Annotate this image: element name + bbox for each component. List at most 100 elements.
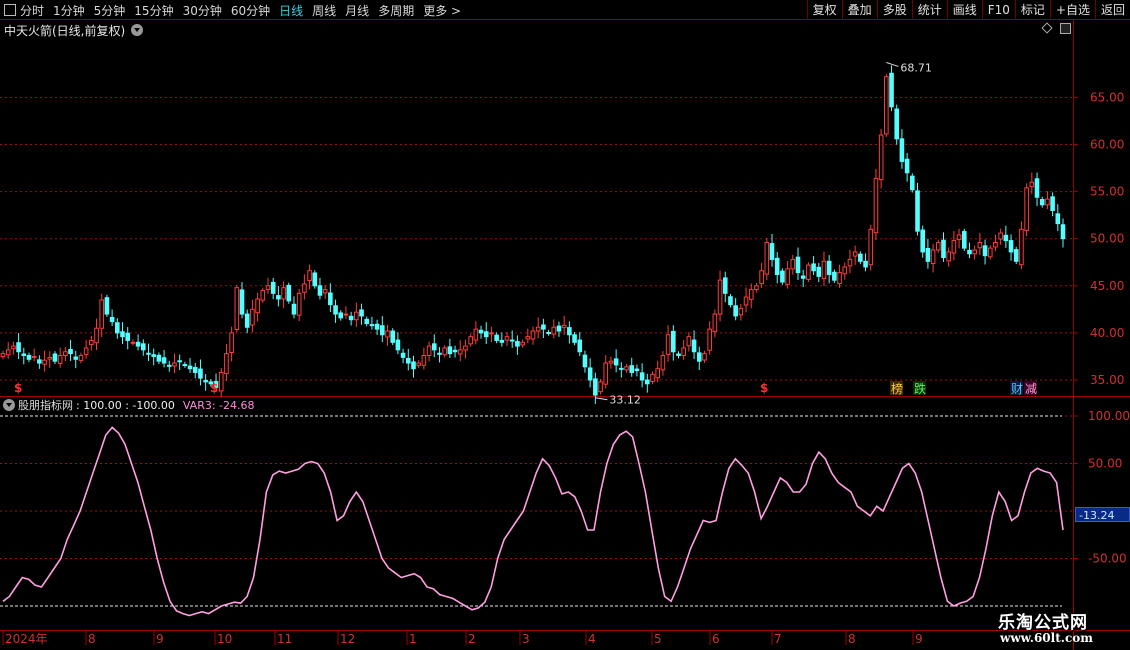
candle-body [624, 366, 629, 371]
candle-body [1008, 240, 1014, 253]
candle-body [842, 266, 848, 275]
candle-body [515, 341, 520, 347]
candle-body [218, 371, 224, 392]
candle-body [250, 308, 255, 326]
high-price-label: 68.71 [900, 61, 932, 74]
candle-body [463, 345, 468, 351]
candle-body [452, 349, 458, 353]
candle-body [94, 327, 99, 344]
candle-body [681, 347, 686, 357]
event-tag-label: 跌 [914, 381, 926, 396]
candle-body [520, 341, 525, 346]
candle-body [509, 339, 515, 342]
candle-body [385, 330, 390, 338]
time-axis-label: 2024年 [5, 632, 48, 646]
candle-body [961, 231, 967, 249]
candle-body [400, 352, 406, 358]
candle-body [910, 175, 915, 191]
candle-body [1019, 228, 1024, 266]
candle-body [951, 240, 957, 254]
candle-body [530, 330, 536, 340]
candle-body [11, 345, 16, 350]
low-price-label: 33.12 [609, 394, 641, 407]
candle-body [431, 343, 437, 351]
candle-body [535, 326, 541, 332]
candle-body [380, 325, 385, 336]
candle-body [832, 271, 837, 281]
time-axis-label: 3 [522, 632, 530, 646]
candle-body [904, 158, 910, 174]
candle-body [780, 270, 785, 283]
candle-body [192, 367, 198, 373]
indicator-tick-label: 50.00 [1088, 457, 1122, 471]
candle-body [307, 270, 312, 282]
candle-body [556, 325, 562, 332]
candle-body [738, 307, 744, 316]
candle-body [239, 289, 245, 315]
event-tag-label: 减 [1025, 382, 1037, 396]
candle-body [899, 138, 905, 162]
candle-body [161, 357, 167, 364]
candle-body [312, 272, 318, 287]
candle-body [499, 339, 505, 343]
candle-body [858, 253, 863, 262]
candle-body [333, 305, 338, 315]
candle-body [546, 332, 551, 335]
candle-body [800, 275, 806, 279]
candle-body [1045, 198, 1050, 206]
candle-body [354, 311, 359, 321]
price-tick-label: 45.00 [1090, 279, 1124, 293]
time-axis-label: 5 [654, 632, 662, 646]
candle-body [1039, 199, 1045, 206]
candle-body [37, 359, 42, 364]
candle-body [166, 364, 172, 367]
candle-body [567, 327, 572, 336]
candle-body [42, 359, 47, 365]
candle-body [847, 258, 853, 267]
candle-body [691, 339, 697, 353]
candle-body [821, 260, 827, 280]
time-axis-label: 11 [277, 632, 292, 646]
high-pointer [886, 61, 899, 67]
candle-body [489, 332, 494, 335]
candle-body [338, 312, 344, 319]
candle-body [1034, 178, 1040, 198]
candle-body [930, 249, 936, 265]
candle-body [816, 266, 822, 277]
candle-body [754, 285, 759, 291]
candle-body [748, 289, 754, 300]
candle-body [639, 372, 645, 381]
candle-body [925, 247, 931, 262]
candle-body [348, 315, 354, 321]
price-tick-label: 40.00 [1090, 326, 1124, 340]
site-watermark: 乐淘公式网 www.60lt.com [990, 606, 1130, 650]
candle-body [613, 358, 619, 366]
candle-body [868, 228, 874, 266]
chart-canvas[interactable]: 65.00 60.00 55.00 50.00 45.00 40.00 35.00 68.71… [0, 0, 1130, 650]
candle-body [660, 355, 666, 371]
candle-body [712, 313, 718, 332]
candle-body [670, 330, 676, 353]
watermark-url: www.60lt.com [1000, 631, 1093, 645]
candle-body [650, 373, 655, 383]
candle-body [276, 295, 281, 300]
candle-body [63, 351, 68, 357]
candle-body [57, 355, 63, 364]
candle-body [561, 324, 567, 329]
event-tag-label: 财 [1011, 382, 1023, 396]
candle-body [889, 72, 894, 108]
candle-body [852, 251, 858, 257]
candle-body [884, 76, 889, 135]
time-axis-label: 7 [774, 632, 782, 646]
candle-body [717, 279, 723, 315]
candle-body [405, 358, 411, 364]
candle-body [686, 336, 692, 347]
candle-body [182, 364, 188, 367]
candle-body [317, 285, 323, 296]
candle-body [1024, 187, 1029, 231]
candle-body [322, 289, 328, 294]
candle-body [457, 349, 463, 355]
candle-body [468, 336, 473, 345]
candle-body [577, 339, 583, 353]
candle-body [525, 336, 531, 340]
